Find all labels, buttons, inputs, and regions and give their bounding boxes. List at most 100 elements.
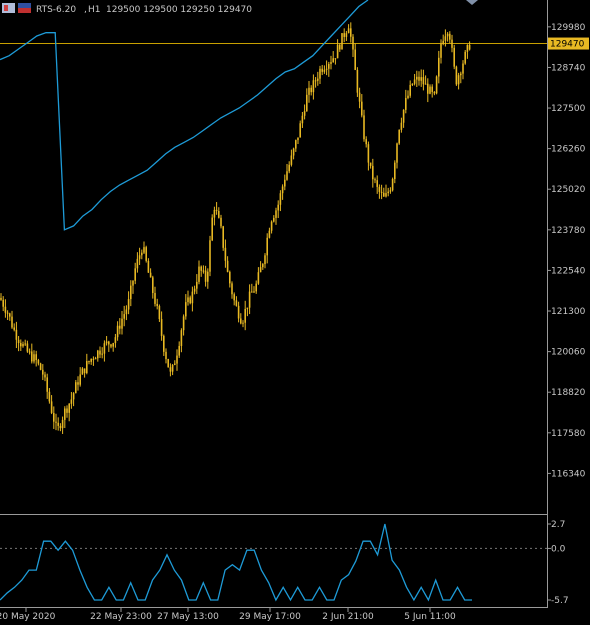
candle-body [229,271,231,284]
candle-body [103,343,106,354]
candle-body [94,358,97,360]
price-tick-label: 118820 [551,388,586,398]
candle-body [189,297,191,304]
candle-body [55,421,57,423]
candle-body [114,337,117,344]
time-tick-label: 22 May 23:00 [90,612,152,621]
candle-body [427,83,429,94]
candle-body [57,422,59,426]
candle-body [242,322,244,324]
candle-body [394,162,396,179]
candle-body [435,76,438,94]
candle-body [411,83,414,85]
candle-body [339,44,341,50]
candle-body [402,109,405,123]
candle-body [0,297,2,300]
candle-body [317,78,319,81]
candle-body [466,44,469,52]
candle-body [31,351,33,362]
candle-body [160,319,163,336]
candle-body [134,268,136,281]
candle-body [391,178,394,191]
candle-body [125,309,128,315]
candle-body [231,283,233,295]
candle-body [380,191,383,193]
price-tick-label: 127500 [551,104,586,114]
indicator-tick-label: 2.7 [551,520,565,530]
candle-body [70,399,73,404]
candle-body [297,137,299,141]
chart-canvas[interactable]: RTS-6.20 , H1 129500 129500 129250 12947… [0,0,590,622]
candle-body [26,343,29,352]
candle-body [433,91,436,94]
candle-body [211,217,213,241]
candle-body [64,408,66,420]
candle-body [141,252,143,256]
price-tag: 129470 [547,37,589,50]
candle-body [310,87,312,93]
candle-body [48,391,51,402]
candle-body [442,40,444,44]
candle-body [438,57,440,77]
candle-body [363,115,365,140]
candle-body [248,291,251,308]
candle-body [222,226,224,248]
candle-body [119,325,121,329]
time-tick-label: 2 Jun 21:00 [322,612,374,621]
candle-body [112,343,114,347]
candle-body [2,299,4,307]
candle-body [328,63,330,69]
candle-body [246,307,249,309]
price-tick-label: 125020 [551,185,586,195]
candle-body [444,36,447,41]
candle-body [9,313,11,317]
candle-body [191,291,194,304]
candle-body [365,139,367,145]
candle-body [413,79,416,84]
candle-body [350,28,352,37]
candle-body [174,363,176,365]
candle-body [251,291,253,293]
candle-body [167,359,169,368]
candle-body [385,193,387,197]
candle-body [130,285,132,300]
candle-body [354,49,356,70]
symbol-label: RTS-6.20 [36,5,76,15]
candle-body [46,377,48,392]
candle-body [440,43,442,58]
candle-body [455,66,458,85]
price-tick-label: 120060 [551,348,586,358]
candle-body [268,230,271,238]
candle-body [83,368,86,374]
candle-body [42,369,44,375]
price-tick-label: 123780 [551,226,586,236]
candle-body [213,209,216,218]
candle-body [97,350,99,359]
chart-window[interactable]: RTS-6.20 , H1 129500 129500 129250 12947… [0,0,590,622]
candle-body [4,306,7,313]
candle-body [468,44,471,50]
candle-body [325,68,328,70]
candle-body [462,63,464,74]
candle-body [204,270,207,282]
candle-body [398,129,400,144]
candle-body [352,36,354,50]
candle-body [110,344,112,347]
candle-body [171,364,174,372]
candle-body [314,80,317,82]
candle-body [218,210,220,218]
candle-body [77,382,79,385]
candle-body [33,354,35,362]
candle-body [163,335,165,352]
candle-body [299,123,301,138]
candle-body [180,330,183,346]
candle-body [152,277,154,294]
candle-body [132,280,134,286]
flag-icon [2,3,15,13]
candle-body [286,171,288,180]
candle-body [332,58,334,63]
candle-body [53,412,55,422]
candle-body [15,329,18,340]
candle-body [277,204,279,211]
candle-body [400,122,403,130]
